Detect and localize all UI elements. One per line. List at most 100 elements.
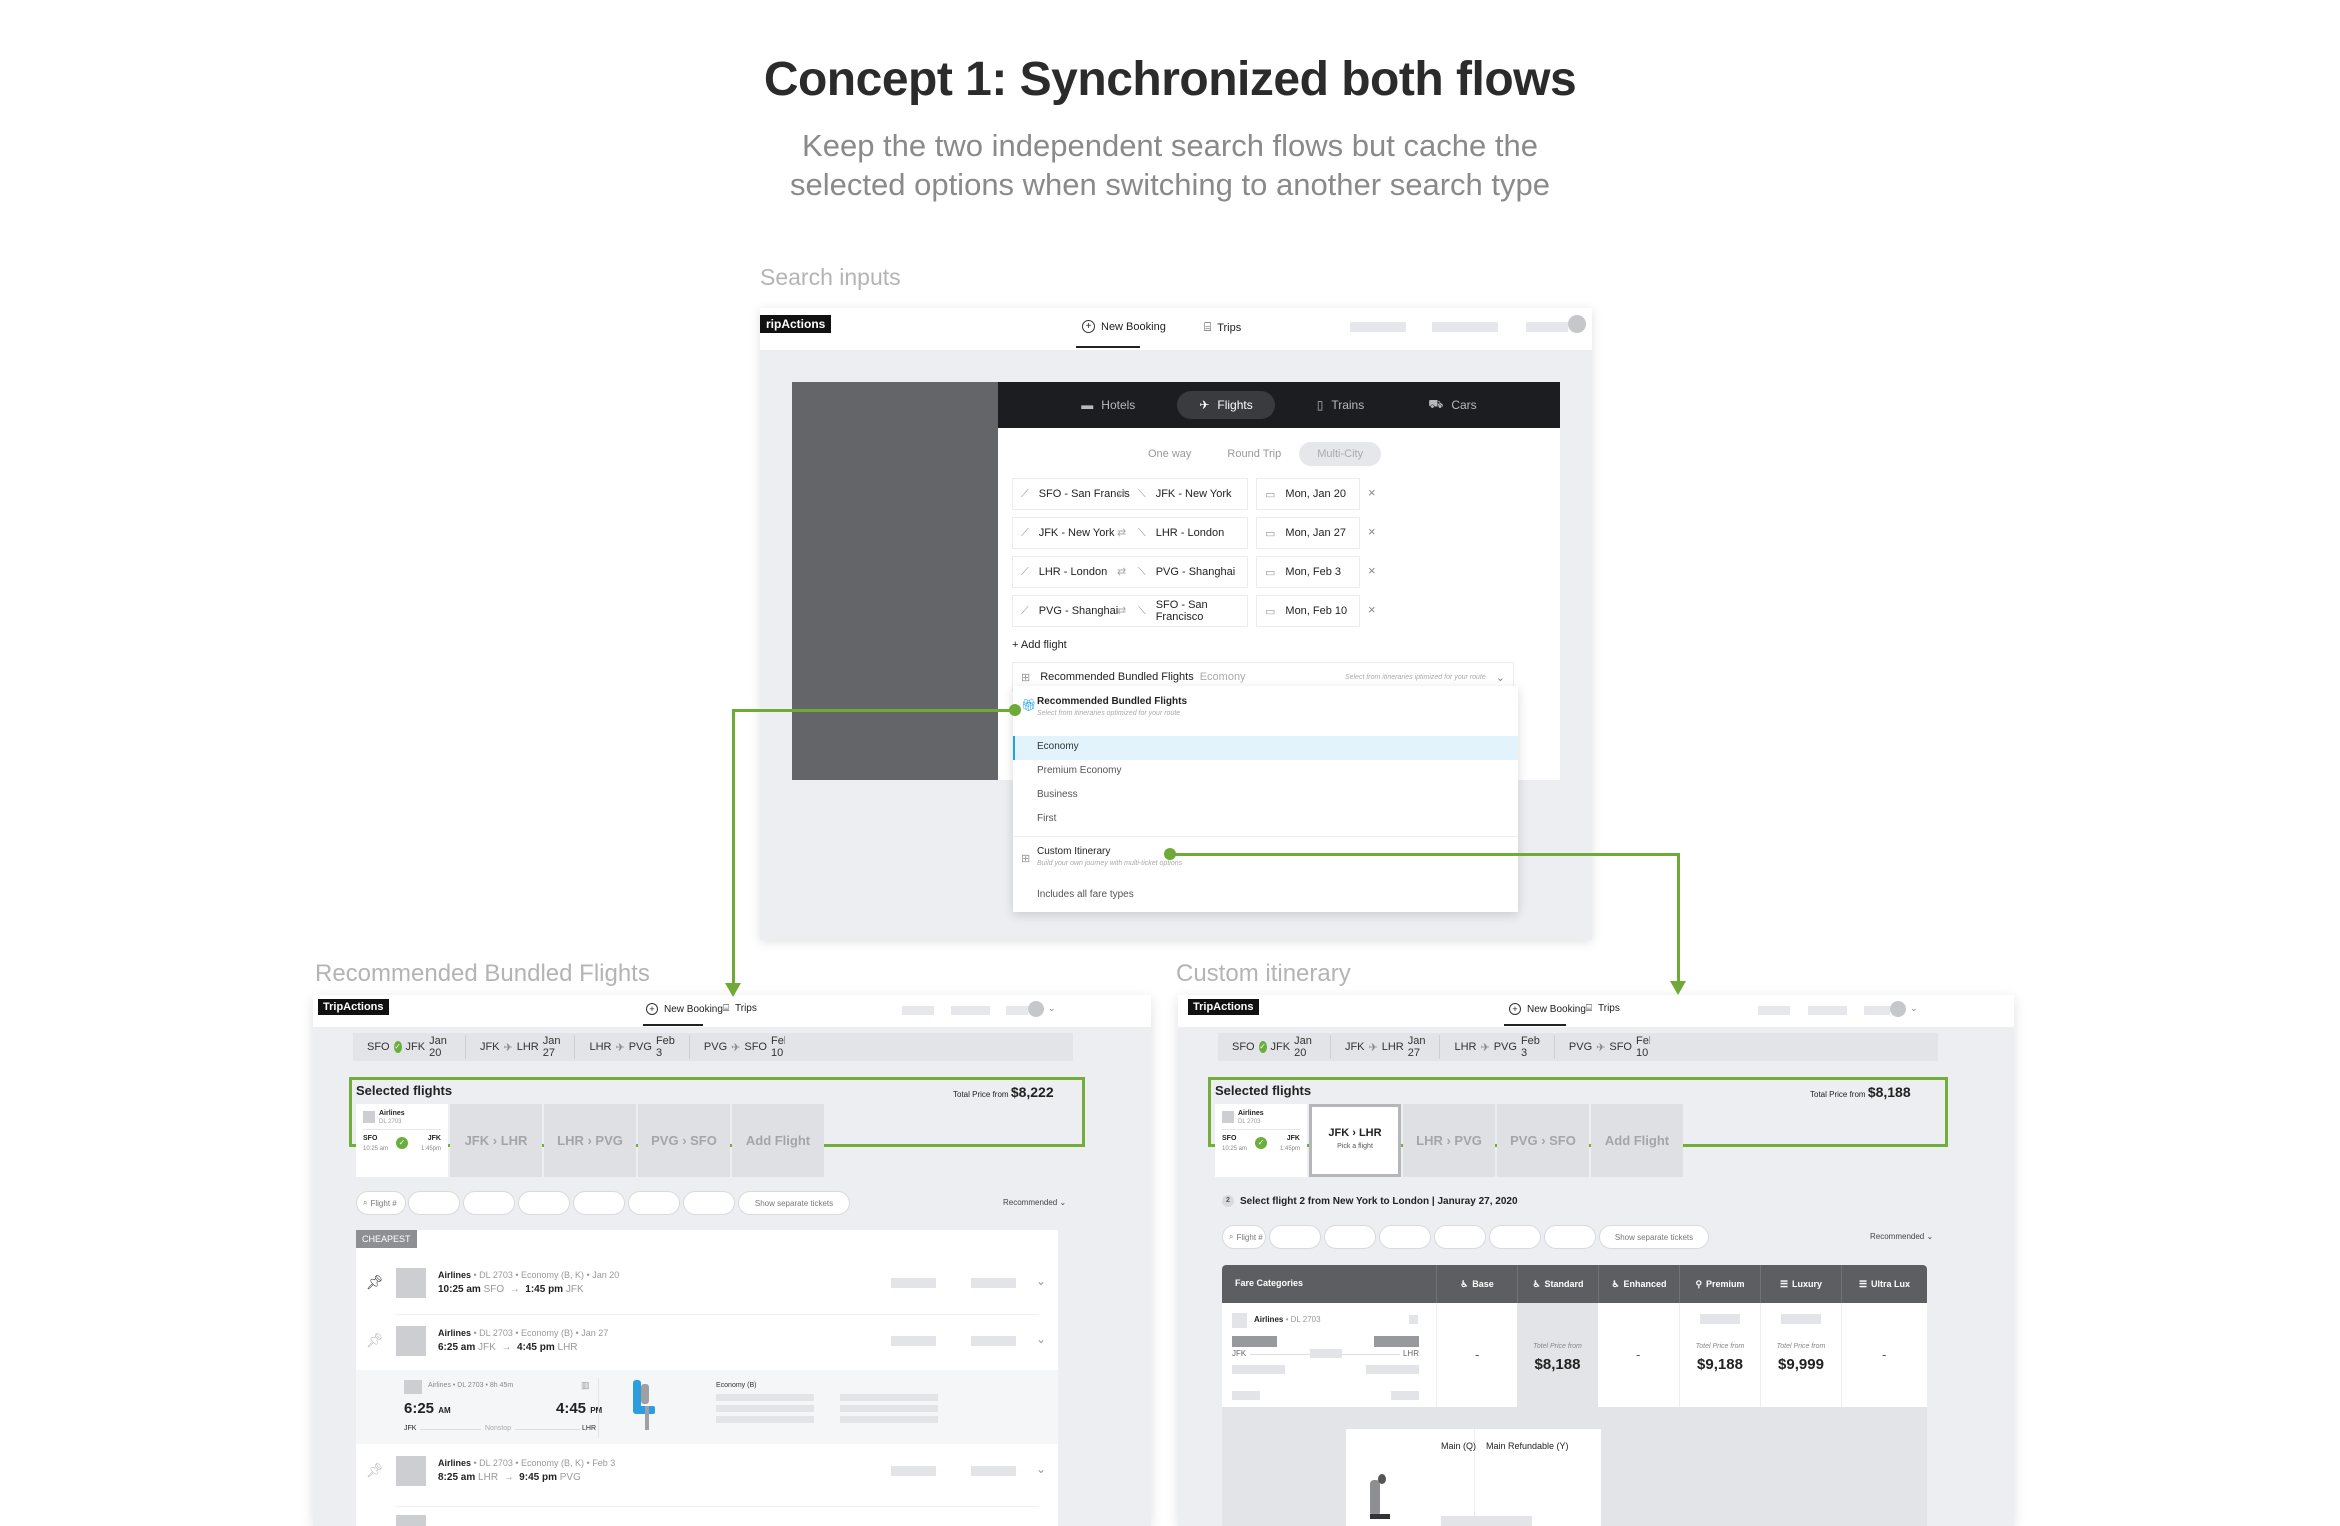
cabin-option-business[interactable]: Business: [1013, 784, 1518, 808]
nav-new-booking[interactable]: + New Booking: [646, 1003, 723, 1015]
filter-chip[interactable]: [628, 1191, 680, 1215]
add-flight-link[interactable]: + Add flight: [1012, 639, 1067, 651]
pin-icon[interactable]: 📌︎: [366, 1274, 384, 1291]
flight-row[interactable]: 📌︎ Airlines • DL 2703 • Economy (B, K) •…: [356, 1448, 1058, 1492]
flight-row[interactable]: 📌︎ Airlines • DL 2703 • Economy (B, K) •…: [356, 1260, 1058, 1304]
cabin-option-premium-economy[interactable]: Premium Economy: [1013, 760, 1518, 784]
pin-icon[interactable]: 📌︎: [366, 1462, 384, 1479]
filter-chip[interactable]: [1269, 1225, 1321, 1249]
date-value: Mon, Jan 27: [1285, 527, 1346, 539]
chevron-down-icon[interactable]: ⌄: [1910, 1003, 1918, 1014]
filter-chip[interactable]: [408, 1191, 460, 1215]
cabin-option-economy[interactable]: Economy: [1013, 736, 1518, 760]
date-field[interactable]: ▭ Mon, Jan 20: [1256, 478, 1360, 510]
summary-segment[interactable]: JFK ✈ LHR Jan 27: [466, 1035, 576, 1059]
tab-flights[interactable]: ✈ Flights: [1177, 391, 1275, 419]
avatar[interactable]: [1028, 1001, 1044, 1017]
date-field[interactable]: ▭ Mon, Jan 27: [1256, 517, 1360, 549]
show-separate-tickets-chip[interactable]: Show separate tickets: [1599, 1225, 1709, 1249]
destination-field[interactable]: ⟍ SFO - San Francisco: [1130, 595, 1248, 627]
swap-icon[interactable]: ⇄: [1117, 565, 1126, 578]
filter-chip[interactable]: [463, 1191, 515, 1215]
flight-info-cell[interactable]: Airlines • DL 2703 JFK LHR: [1222, 1303, 1436, 1407]
tab-cars[interactable]: ⛟ Cars: [1406, 391, 1498, 419]
chevron-down-icon[interactable]: ⌄: [1036, 1462, 1046, 1476]
fare-cell-premium[interactable]: Totel Price from $9,188: [1679, 1303, 1760, 1407]
avatar[interactable]: [1890, 1001, 1906, 1017]
destination-field[interactable]: ⟍ JFK - New York: [1130, 478, 1248, 510]
filter-chip[interactable]: [1379, 1225, 1431, 1249]
fare-cell-standard[interactable]: Totel Price from $8,188: [1517, 1303, 1598, 1407]
flight-row[interactable]: 📌︎ Airlines • DL 2703 • Economy (B) • Ja…: [356, 1318, 1058, 1362]
fare-cell-ultra-lux[interactable]: -: [1841, 1303, 1927, 1407]
flight-placeholder-jfk-lhr[interactable]: JFK › LHR: [450, 1104, 542, 1177]
remove-route-icon[interactable]: ×: [1368, 602, 1376, 617]
summary-segment[interactable]: SFO ✓ JFK Jan 20: [1218, 1035, 1331, 1059]
fare-option-main[interactable]: Main (Q): [1441, 1441, 1476, 1451]
destination-field[interactable]: ⟍ LHR - London: [1130, 517, 1248, 549]
remove-route-icon[interactable]: ×: [1368, 485, 1376, 500]
trip-type-one-way[interactable]: One way: [1130, 442, 1209, 466]
fare-option-main-refundable[interactable]: Main Refundable (Y): [1486, 1441, 1569, 1451]
pin-icon[interactable]: 📌︎: [366, 1332, 384, 1349]
nav-trips[interactable]: ⌸ Trips: [1586, 1003, 1620, 1014]
fare-cell-luxury[interactable]: Totel Price from $9,999: [1760, 1303, 1841, 1407]
fare-cell-base[interactable]: -: [1436, 1303, 1517, 1407]
nav-trips[interactable]: ⌸ Trips: [1204, 320, 1241, 335]
summary-segment[interactable]: LHR ✈ PVG Feb 3: [575, 1035, 690, 1059]
summary-segment[interactable]: LHR ✈ PVG Feb 3: [1440, 1035, 1555, 1059]
chevron-down-icon[interactable]: ⌄: [1036, 1332, 1046, 1346]
fare-col-premium[interactable]: ⚲ Premium: [1679, 1265, 1760, 1303]
filter-chip[interactable]: [518, 1191, 570, 1215]
fare-cell-enhanced[interactable]: -: [1598, 1303, 1679, 1407]
destination-field[interactable]: ⟍ PVG - Shanghai: [1130, 556, 1248, 588]
show-separate-tickets-chip[interactable]: Show separate tickets: [738, 1191, 850, 1215]
flight-placeholder-pvg-sfo[interactable]: PVG › SFO: [1497, 1104, 1589, 1177]
swap-icon[interactable]: ⇄: [1117, 487, 1126, 500]
swap-icon[interactable]: ⇄: [1117, 526, 1126, 539]
avatar[interactable]: [1568, 315, 1586, 333]
selected-flight-card[interactable]: Airlines DL 2703 SFO JFK ✓ 10:25 am 1:45…: [356, 1104, 448, 1177]
sort-dropdown[interactable]: Recommended ⌄: [1870, 1232, 1933, 1241]
fare-col-ultra-lux[interactable]: ☰ Ultra Lux: [1841, 1265, 1927, 1303]
fare-col-standard[interactable]: ♿︎ Standard: [1517, 1265, 1598, 1303]
trip-type-multi-city[interactable]: Multi-City: [1299, 442, 1382, 466]
filter-chip[interactable]: [1434, 1225, 1486, 1249]
dropdown-option-bundled[interactable]: 🎁︎ Recommended Bundled Flights Select fr…: [1013, 694, 1518, 730]
filter-chip[interactable]: [573, 1191, 625, 1215]
sort-dropdown[interactable]: Recommended ⌄: [1003, 1198, 1066, 1207]
filter-chip[interactable]: [1544, 1225, 1596, 1249]
summary-segment[interactable]: JFK ✈ LHR Jan 27: [1331, 1035, 1441, 1059]
add-flight-placeholder[interactable]: Add Flight: [1591, 1104, 1683, 1177]
nav-trips[interactable]: ⌸ Trips: [723, 1003, 757, 1014]
selected-flight-card[interactable]: Airlines DL 2703 SFO JFK ✓ 10:25 am 1:45…: [1215, 1104, 1307, 1177]
trip-type-round-trip[interactable]: Round Trip: [1209, 442, 1299, 466]
active-flight-slot[interactable]: JFK › LHR Pick a flight: [1309, 1104, 1401, 1177]
filter-chip[interactable]: [1489, 1225, 1541, 1249]
chevron-down-icon[interactable]: ⌄: [1036, 1274, 1046, 1288]
chevron-down-icon[interactable]: ⌄: [1048, 1003, 1056, 1014]
fare-col-luxury[interactable]: ☰ Luxury: [1760, 1265, 1841, 1303]
add-flight-placeholder[interactable]: Add Flight: [732, 1104, 824, 1177]
flight-placeholder-lhr-pvg[interactable]: LHR › PVG: [544, 1104, 636, 1177]
flight-placeholder-pvg-sfo[interactable]: PVG › SFO: [638, 1104, 730, 1177]
swap-icon[interactable]: ⇄: [1117, 604, 1126, 617]
nav-new-booking[interactable]: + New Booking: [1082, 320, 1166, 333]
fare-col-base[interactable]: ♿︎ Base: [1436, 1265, 1517, 1303]
remove-route-icon[interactable]: ×: [1368, 524, 1376, 539]
nav-new-booking[interactable]: + New Booking: [1509, 1003, 1586, 1015]
flight-number-search[interactable]: ⌕ Flight #: [356, 1191, 406, 1215]
remove-route-icon[interactable]: ×: [1368, 563, 1376, 578]
summary-segment[interactable]: SFO ✓ JFK Jan 20: [353, 1035, 466, 1059]
tab-trains[interactable]: ▯ Trains: [1295, 391, 1387, 419]
dropdown-option-custom[interactable]: ⊞ Custom Itinerary Build your own journe…: [1013, 844, 1518, 880]
flight-placeholder-lhr-pvg[interactable]: LHR › PVG: [1403, 1104, 1495, 1177]
filter-chip[interactable]: [1324, 1225, 1376, 1249]
filter-chip[interactable]: [683, 1191, 735, 1215]
date-field[interactable]: ▭ Mon, Feb 10: [1256, 595, 1360, 627]
flight-number-search[interactable]: ⌕ Flight #: [1222, 1225, 1266, 1249]
cabin-option-first[interactable]: First: [1013, 808, 1518, 832]
tab-hotels[interactable]: ▬ Hotels: [1059, 391, 1157, 419]
fare-col-enhanced[interactable]: ♿︎ Enhanced: [1598, 1265, 1679, 1303]
date-field[interactable]: ▭ Mon, Feb 3: [1256, 556, 1360, 588]
